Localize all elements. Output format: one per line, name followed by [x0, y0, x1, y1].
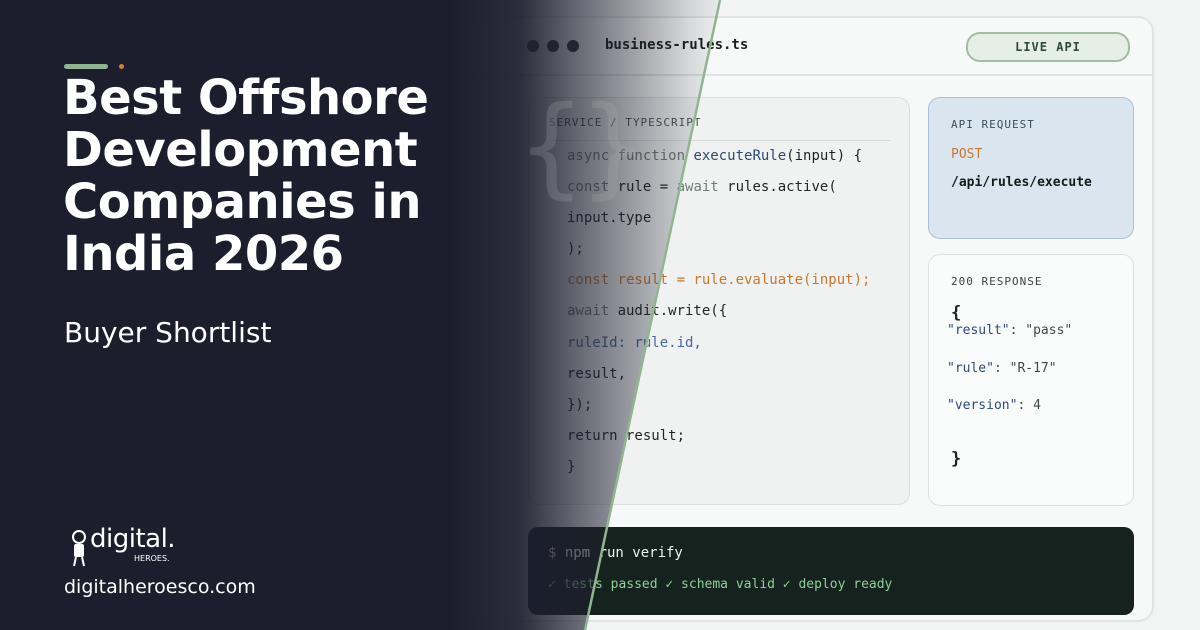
api-request-label: API REQUEST: [951, 118, 1035, 131]
page-subtitle: Buyer Shortlist: [64, 316, 272, 349]
window-control-dot-icon[interactable]: [567, 40, 579, 52]
hero-mascot-icon: [72, 530, 86, 567]
code-line: }: [567, 459, 576, 475]
file-name: business-rules.ts: [605, 37, 749, 53]
code-line: ruleId: rule.id,: [567, 335, 702, 351]
window-control-dot-icon[interactable]: [527, 40, 539, 52]
accent-bar: [64, 64, 108, 69]
window-control-dot-icon[interactable]: [547, 40, 559, 52]
code-line: return result;: [567, 428, 686, 444]
code-line: result,: [567, 366, 627, 382]
code-line: const result = rule.evaluate(input);: [567, 272, 871, 288]
curly-braces-icon: {}: [518, 82, 646, 210]
code-window: business-rules.ts LIVE API SERVICE / TYP…: [400, 16, 1154, 622]
api-path: /api/rules/execute: [951, 175, 1092, 190]
api-request-card: API REQUEST POST /api/rules/execute: [928, 97, 1134, 239]
code-line: );: [567, 241, 584, 257]
logo-subtext: HEROES.: [134, 554, 170, 563]
page-title: Best Offshore Development Companies in I…: [63, 70, 429, 282]
window-titlebar: business-rules.ts LIVE API: [402, 18, 1152, 76]
api-response-card: 200 RESPONSE { "result": "pass" "rule": …: [928, 254, 1134, 506]
terminal-command: $ npm run verify: [548, 545, 683, 561]
code-line: });: [567, 397, 593, 413]
terminal-panel: $ npm run verify ✓ tests passed ✓ schema…: [528, 527, 1134, 615]
api-method: POST: [951, 147, 983, 162]
code-line: await audit.write({: [567, 303, 728, 319]
json-close-brace: }: [951, 449, 962, 469]
live-api-badge[interactable]: LIVE API: [966, 32, 1130, 62]
site-url[interactable]: digitalheroesco.com: [64, 576, 256, 598]
json-line-result: "result": "pass": [947, 323, 1073, 338]
code-line: input.type: [567, 210, 652, 226]
terminal-output: ✓ tests passed ✓ schema valid ✓ deploy r…: [548, 577, 893, 592]
brand-logo[interactable]: digital. HEROES.: [68, 524, 188, 570]
logo-wordmark: digital.: [90, 524, 176, 554]
accent-dot: [119, 64, 124, 69]
json-open-brace: {: [951, 303, 962, 323]
json-line-rule: "rule": "R-17": [947, 361, 1057, 376]
response-status-label: 200 RESPONSE: [951, 275, 1043, 288]
json-line-version: "version": 4: [947, 398, 1041, 413]
